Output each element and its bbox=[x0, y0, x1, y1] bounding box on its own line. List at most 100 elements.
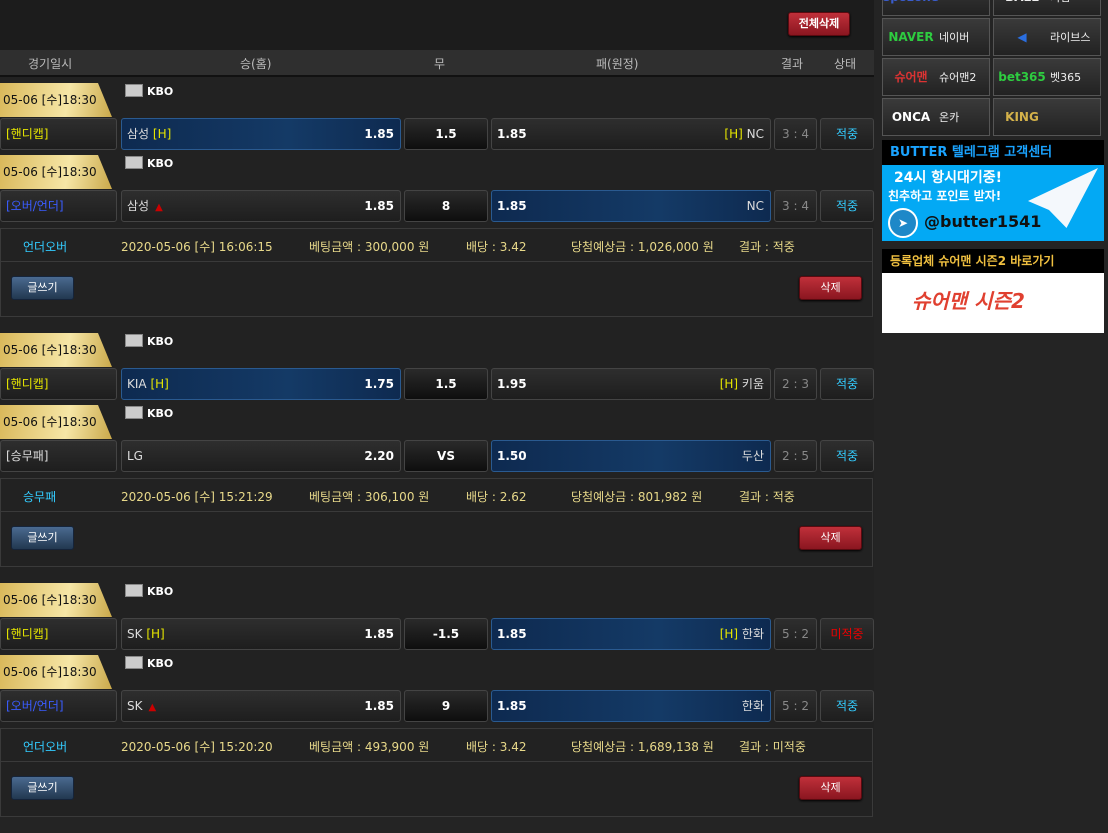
bet-amount: 베팅금액 : 306,100 원 bbox=[309, 490, 430, 504]
match-date: 05-06 [수]18:30 bbox=[0, 655, 112, 689]
status: 적중 bbox=[820, 368, 874, 400]
home-cell[interactable]: SK [H] 1.85 bbox=[121, 618, 401, 650]
home-cell[interactable]: LG 2.20 bbox=[121, 440, 401, 472]
home-cell[interactable]: KIA [H] 1.75 bbox=[121, 368, 401, 400]
away-cell[interactable]: 1.85 [H] NC bbox=[491, 118, 771, 150]
league: KBO bbox=[125, 584, 173, 598]
draw-cell[interactable]: VS bbox=[404, 440, 488, 472]
home-cell[interactable]: SK ▲ 1.85 bbox=[121, 690, 401, 722]
status: 적중 bbox=[820, 118, 874, 150]
draw-cell[interactable]: 8 bbox=[404, 190, 488, 222]
bet-kind: 언더오버 bbox=[23, 240, 68, 254]
away-odd: 1.95 bbox=[497, 377, 527, 391]
bet-amount: 베팅금액 : 493,900 원 bbox=[309, 740, 430, 754]
league: KBO bbox=[125, 156, 173, 170]
partner-link[interactable]: ONCA 온카 bbox=[882, 98, 990, 136]
partner-logo: ◀ bbox=[1017, 30, 1027, 44]
home-team: SK bbox=[127, 627, 143, 641]
home-odd: 1.85 bbox=[364, 627, 394, 641]
partner-logo: ONCA bbox=[891, 110, 931, 124]
register-title: 등록업체 슈어맨 시즌2 바로가기 bbox=[882, 249, 1104, 273]
away-team: NC bbox=[746, 127, 764, 141]
bet-summary: 언더오버 2020-05-06 [수] 15:20:20 베팅금액 : 493,… bbox=[0, 728, 873, 817]
draw-cell[interactable]: -1.5 bbox=[404, 618, 488, 650]
status: 적중 bbox=[820, 440, 874, 472]
home-cell[interactable]: 삼성 ▲ 1.85 bbox=[121, 190, 401, 222]
col-status: 상태 bbox=[834, 57, 857, 71]
bet-group: 05-06 [수]18:30 KBO [핸디캡] SK [H] 1.85 -1.5… bbox=[0, 583, 874, 833]
delete-all-button[interactable]: 전체삭제 bbox=[788, 12, 850, 36]
away-tag: [H] bbox=[719, 377, 739, 391]
home-odd: 2.20 bbox=[364, 449, 394, 463]
home-team: LG bbox=[127, 449, 143, 463]
away-cell[interactable]: 1.85 NC bbox=[491, 190, 771, 222]
bet-rate: 배당 : 3.42 bbox=[466, 240, 527, 254]
bet-group: 05-06 [수]18:30 KBO [핸디캡] KIA [H] 1.75 1.5… bbox=[0, 333, 874, 583]
bet-rate: 배당 : 3.42 bbox=[466, 740, 527, 754]
arrow-up-icon: ▲ bbox=[148, 702, 157, 713]
partner-link[interactable]: spozone bbox=[882, 0, 990, 16]
bet-type: [승무패] bbox=[0, 440, 117, 472]
draw-cell[interactable]: 1.5 bbox=[404, 368, 488, 400]
partner-label: 기념 bbox=[1050, 0, 1070, 4]
partner-link[interactable]: NAVER 네이버 bbox=[882, 18, 990, 56]
bet-summary: 언더오버 2020-05-06 [수] 16:06:15 베팅금액 : 300,… bbox=[0, 228, 873, 317]
home-odd: 1.85 bbox=[364, 699, 394, 713]
away-cell[interactable]: 1.50 두산 bbox=[491, 440, 771, 472]
away-cell[interactable]: 1.85 [H] 한화 bbox=[491, 618, 771, 650]
draw-cell[interactable]: 9 bbox=[404, 690, 488, 722]
partner-link[interactable]: KING CASINO킹카지노 bbox=[993, 98, 1101, 160]
col-away: 패(원정) bbox=[596, 57, 639, 71]
partner-logo: bet365 bbox=[998, 70, 1046, 84]
bet-history-panel: 전체삭제 경기일시 승(홈) 무 패(원정) 결과 상태 05-06 [수]18… bbox=[0, 0, 874, 817]
partner-link[interactable]: bet365 벳365 bbox=[993, 58, 1101, 96]
write-button[interactable]: 글쓰기 bbox=[11, 276, 74, 300]
col-draw: 무 bbox=[434, 57, 446, 71]
home-team: KIA bbox=[127, 377, 147, 391]
away-cell[interactable]: 1.85 한화 bbox=[491, 690, 771, 722]
delete-button[interactable]: 삭제 bbox=[799, 526, 862, 550]
register-banner[interactable]: 등록업체 슈어맨 시즌2 바로가기 슈어맨 시즌2 bbox=[882, 249, 1104, 333]
league-flag-icon bbox=[125, 84, 143, 97]
bet-time: 2020-05-06 [수] 15:21:29 bbox=[121, 490, 273, 504]
status: 적중 bbox=[820, 190, 874, 222]
home-tag: [H] bbox=[152, 127, 172, 141]
write-button[interactable]: 글쓰기 bbox=[11, 526, 74, 550]
league-flag-icon bbox=[125, 656, 143, 669]
partner-link[interactable]: 슈어맨 슈어맨2 bbox=[882, 58, 990, 96]
table-header: 경기일시 승(홈) 무 패(원정) 결과 상태 bbox=[0, 50, 874, 77]
home-cell[interactable]: 삼성 [H] 1.85 bbox=[121, 118, 401, 150]
league: KBO bbox=[125, 334, 173, 348]
away-team: NC bbox=[746, 199, 764, 213]
away-odd: 1.50 bbox=[497, 449, 527, 463]
bet-time: 2020-05-06 [수] 16:06:15 bbox=[121, 240, 273, 254]
partner-logo: spozone bbox=[883, 0, 939, 15]
telegram-banner[interactable]: BUTTER 텔레그램 고객센터 24시 항시대기중! 친추하고 포인트 받자!… bbox=[882, 140, 1104, 241]
away-team: 한화 bbox=[741, 699, 764, 713]
league-flag-icon bbox=[125, 406, 143, 419]
league-name: KBO bbox=[147, 407, 174, 420]
partner-link[interactable]: BALL기념 bbox=[993, 0, 1101, 16]
score: 2 : 3 bbox=[774, 368, 817, 400]
league-name: KBO bbox=[147, 657, 174, 670]
away-odd: 1.85 bbox=[497, 127, 527, 141]
delete-button[interactable]: 삭제 bbox=[799, 776, 862, 800]
write-button[interactable]: 글쓰기 bbox=[11, 776, 74, 800]
score: 3 : 4 bbox=[774, 118, 817, 150]
bet-type: [오버/언더] bbox=[0, 690, 117, 722]
bet-type: [핸디캡] bbox=[0, 618, 117, 650]
partner-link[interactable]: ◀라이브스코어 bbox=[993, 18, 1101, 80]
away-team: 키움 bbox=[741, 377, 764, 391]
league-name: KBO bbox=[147, 335, 174, 348]
partner-logo: NAVER bbox=[888, 30, 934, 44]
col-date: 경기일시 bbox=[28, 57, 73, 71]
home-odd: 1.85 bbox=[364, 199, 394, 213]
partner-logo: BALL bbox=[994, 0, 1050, 15]
status: 적중 bbox=[820, 690, 874, 722]
delete-button[interactable]: 삭제 bbox=[799, 276, 862, 300]
away-cell[interactable]: 1.95 [H] 키움 bbox=[491, 368, 771, 400]
draw-cell[interactable]: 1.5 bbox=[404, 118, 488, 150]
away-team: 두산 bbox=[741, 449, 764, 463]
league-name: KBO bbox=[147, 585, 174, 598]
match-date: 05-06 [수]18:30 bbox=[0, 405, 112, 439]
